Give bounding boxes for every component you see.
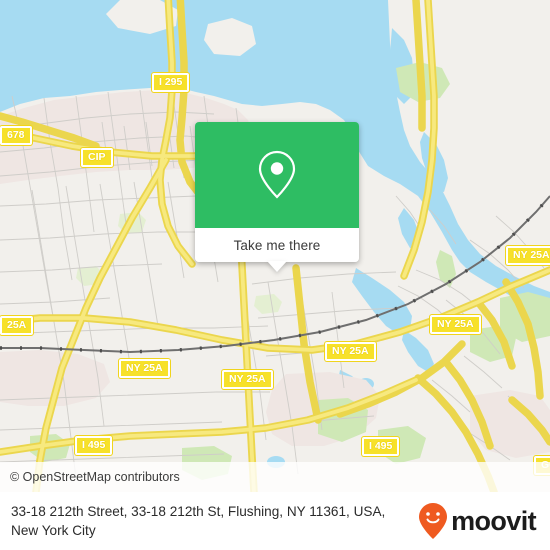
road-shield: I 495 [362, 437, 400, 456]
footer-bar: 33-18 212th Street, 33-18 212th St, Flus… [0, 492, 550, 550]
moovit-wordmark: moovit [451, 505, 537, 536]
openstreetmap-attribution[interactable]: © OpenStreetMap contributors [0, 470, 180, 484]
popup-action-bar[interactable]: Take me there [195, 228, 359, 262]
moovit-pin-smiley-icon [419, 503, 448, 539]
road-shield: NY 25A [119, 359, 170, 378]
road-shield: I 495 [75, 436, 113, 455]
location-popup-card[interactable]: Take me there [195, 122, 359, 272]
road-shield: NY 25A [430, 315, 481, 334]
take-me-there-label: Take me there [233, 237, 321, 253]
road-shield: CIP [81, 148, 113, 167]
road-shield: NY 25A [325, 342, 376, 361]
map-canvas[interactable]: I 295 678 CIP 25A NY 25A NY 25A NY 25A NY 25A NY… [0, 0, 550, 492]
moovit-logo[interactable]: moovit [418, 502, 537, 540]
road-shield: 678 [0, 126, 32, 145]
moovit-map-screenshot: I 295 678 CIP 25A NY 25A NY 25A NY 25A NY 25A NY… [0, 0, 550, 550]
popup-image-area [195, 122, 359, 228]
popup-pointer-tail [267, 261, 287, 272]
address-text: 33-18 212th Street, 33-18 212th St, Flus… [11, 504, 386, 538]
road-shield: NY 25A [222, 370, 273, 389]
road-shield: NY 25A [506, 246, 550, 265]
road-shield: 25A [0, 316, 34, 335]
map-pin-icon [258, 150, 296, 199]
map-attribution-bar: © OpenStreetMap contributors [0, 462, 550, 492]
road-shield: I 295 [152, 73, 190, 92]
